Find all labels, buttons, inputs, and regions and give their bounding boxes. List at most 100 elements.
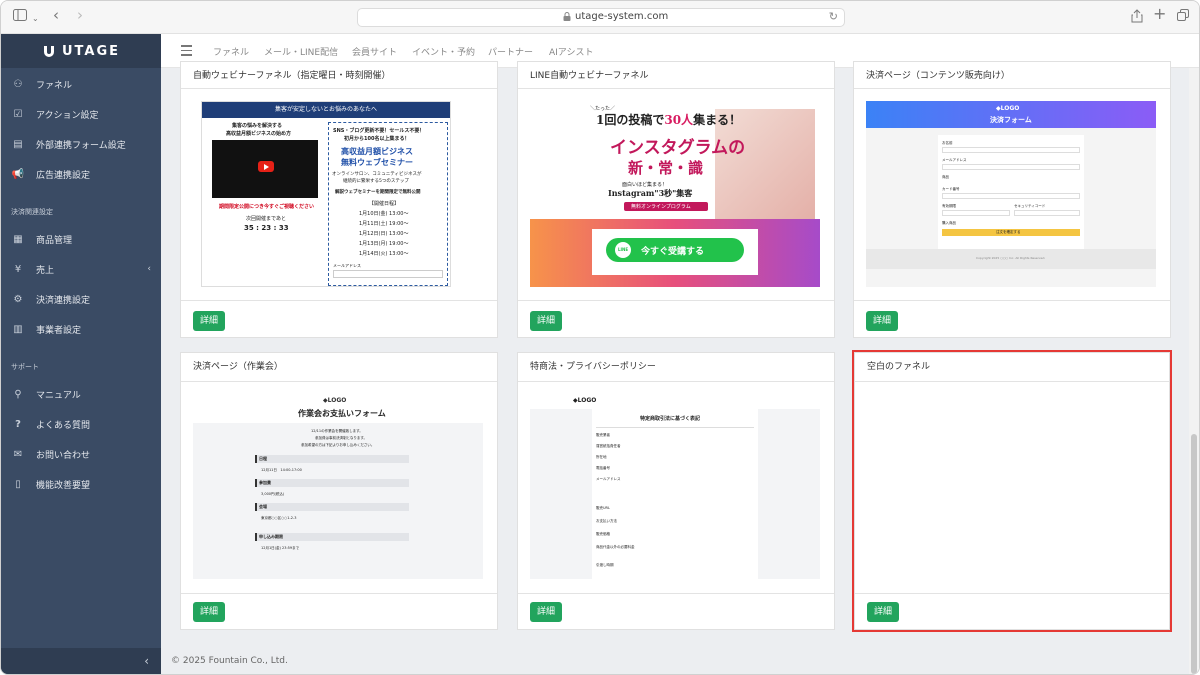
detail-button[interactable]: 詳細 — [530, 602, 562, 622]
sidebar-item-label: 商品管理 — [36, 235, 73, 246]
menu-icon[interactable] — [181, 45, 192, 56]
detail-button[interactable]: 詳細 — [193, 602, 225, 622]
sidebar-collapse-button[interactable]: ‹ — [1, 648, 161, 674]
product-icon: ▦ — [13, 233, 23, 245]
preview-text: オンラインサロン、コミュニティビジネスが — [332, 172, 422, 177]
sidebar-item-feedback[interactable]: ▯ 機能改善要望 — [1, 473, 161, 495]
utage-logo-icon — [43, 46, 54, 57]
sidebar-item-ads[interactable]: 📢 広告連携設定 — [1, 163, 161, 185]
preview-text: 初月から100名以上集まる！ — [344, 136, 410, 142]
funnel-template-card[interactable]: 決済ページ（作業会） ◆LOGO 作業会お支払いフォーム 12/11の作業会を開… — [180, 352, 498, 630]
preview-text: 東京都○○区○○1-2-3 — [261, 516, 297, 520]
preview-text: メールアドレス — [333, 263, 361, 268]
nav-partner[interactable]: パートナー — [488, 45, 533, 58]
reload-icon[interactable]: ↻ — [829, 10, 838, 23]
chevron-down-icon[interactable]: ⌄ — [32, 11, 39, 27]
form-icon: ▤ — [13, 138, 23, 150]
sidebar-item-label: 機能改善要望 — [36, 480, 91, 491]
preview-text: 【開催日程】 — [369, 201, 400, 207]
detail-button[interactable]: 詳細 — [193, 311, 225, 331]
sidebar-item-label: 決済連携設定 — [36, 295, 91, 306]
sidebar-item-external-form[interactable]: ▤ 外部連携フォーム設定 — [1, 133, 161, 155]
play-icon — [258, 161, 274, 172]
sidebar-section-payment: 決済関連設定 — [11, 208, 53, 216]
nav-member-site[interactable]: 会員サイト — [352, 45, 397, 58]
preview-text: 高収益月額ビジネス — [341, 147, 413, 156]
template-preview-webinar: 集客が安定しないとお悩みのあなたへ 集客の悩みを解決する 高収益月額ビジネスの始… — [201, 101, 451, 287]
preview-text: 今すぐ受講する — [641, 247, 705, 257]
new-tab-icon[interactable]: + — [1153, 6, 1166, 22]
preview-text: SNS・ブログ更新不要！セールス不要！ — [333, 128, 425, 134]
funnel-template-card[interactable]: LINE自動ウェビナーファネル ＼たった／ 1回の投稿で30人集まる！ インスタ… — [517, 61, 835, 338]
sidebar-item-label: ファネル — [36, 80, 73, 91]
preview-text: 12月1日(金) 23:59まで — [261, 546, 300, 550]
preview-text: カード番号 — [942, 187, 960, 191]
sidebar: UTAGE ⚇ ファネル ☑ アクション設定 ▤ 外部連携フォーム設定 📢 広告連携設定… — [1, 34, 161, 674]
detail-button[interactable]: 詳細 — [530, 311, 562, 331]
template-preview-line-webinar: ＼たった／ 1回の投稿で30人集まる！ インスタグラムの 新・常・識 面白いほど… — [530, 101, 820, 287]
preview-text: 期間限定公開につき今すぐご視聴ください — [219, 204, 315, 210]
funnel-template-card[interactable]: 特商法・プライバシーポリシー ◆LOGO 特定商取引法に基づく表記 販売業者 運… — [517, 352, 835, 630]
chevron-left-icon: ‹ — [144, 654, 149, 668]
line-icon: LINE — [615, 242, 631, 258]
share-icon[interactable] — [1131, 9, 1143, 28]
brand-logo[interactable]: UTAGE — [1, 34, 161, 68]
sidebar-toggle-icon[interactable] — [13, 9, 27, 26]
preview-text: 日程 — [259, 456, 267, 461]
preview-text: 商品代金以外の必要料金 — [596, 545, 635, 549]
preview-text: 特定商取引法に基づく表記 — [640, 416, 701, 422]
preview-text: 販売業者 — [596, 433, 610, 437]
address-bar[interactable]: utage-system.com ↻ — [357, 8, 845, 27]
sidebar-item-funnel[interactable]: ⚇ ファネル — [1, 73, 161, 95]
preview-text: 参加費 — [259, 480, 271, 485]
preview-text: 1月11日(土) 19:00〜 — [359, 221, 409, 227]
preview-text: 作業会お支払いフォーム — [298, 409, 386, 418]
funnel-template-card-blank[interactable]: 空白のファネル 詳細 — [852, 350, 1172, 632]
sidebar-item-manual[interactable]: ⚲ マニュアル — [1, 383, 161, 405]
video-player[interactable] — [212, 140, 318, 198]
preview-text: 電話番号 — [596, 466, 610, 470]
funnel-template-card[interactable]: 自動ウェビナーファネル（指定曜日・時刻開催） 集客が安定しないとお悩みのあなたへ… — [180, 61, 498, 338]
sidebar-item-faq[interactable]: ? よくある質問 — [1, 413, 161, 435]
nav-funnel[interactable]: ファネル — [213, 45, 249, 58]
sidebar-item-payment-integration[interactable]: ⚙ 決済連携設定 — [1, 288, 161, 310]
preview-text: メールアドレス — [596, 477, 621, 481]
preview-text: 購入商品 — [942, 221, 956, 225]
browser-window: ⌄ ‹ › utage-system.com ↻ + UTAGE ⚇ ファネル ☑… — [0, 0, 1200, 675]
preview-text: メールアドレス — [942, 158, 967, 162]
preview-text: 解説ウェブセミナーを期間限定で無料公開 — [335, 190, 421, 195]
preview-text: お名前 — [942, 141, 953, 145]
sidebar-item-contact[interactable]: ✉ お問い合わせ — [1, 443, 161, 465]
detail-button[interactable]: 詳細 — [867, 602, 899, 622]
tabs-overview-icon[interactable] — [1177, 9, 1189, 26]
detail-button[interactable]: 詳細 — [866, 311, 898, 331]
preview-text: 次回開催まであと — [246, 216, 286, 222]
nav-mail-line[interactable]: メール・LINE配信 — [264, 45, 338, 58]
scrollbar[interactable] — [1189, 68, 1199, 674]
question-icon: ? — [15, 418, 21, 430]
sidebar-item-action[interactable]: ☑ アクション設定 — [1, 103, 161, 125]
preview-text: 1月14日(火) 13:00〜 — [359, 251, 409, 257]
yen-icon: ¥ — [14, 263, 22, 275]
preview-text: 有効期限 — [942, 204, 956, 208]
building-icon: ▥ — [13, 323, 23, 335]
gear-icon: ⚙ — [13, 293, 23, 305]
countdown: 35 : 23 : 33 — [244, 224, 289, 232]
preview-text: お支払い方法 — [596, 519, 617, 523]
sidebar-item-business[interactable]: ▥ 事業者設定 — [1, 318, 161, 340]
card-title: 決済ページ（作業会） — [193, 362, 283, 372]
megaphone-icon: 📢 — [11, 168, 25, 180]
sidebar-item-label: 事業者設定 — [36, 325, 82, 336]
sidebar-item-sales[interactable]: ¥ 売上 ‹ — [1, 258, 161, 280]
nav-event[interactable]: イベント・予約 — [412, 45, 475, 58]
preview-text: インスタグラムの — [610, 138, 746, 158]
preview-text: Copyright 2025 ○○○ Inc. All Rights Reser… — [976, 256, 1046, 260]
sidebar-item-products[interactable]: ▦ 商品管理 — [1, 228, 161, 250]
funnel-template-card[interactable]: 決済ページ（コンテンツ販売向け） ◆LOGO 決済フォーム お名前 メールアドレ… — [853, 61, 1171, 338]
preview-text: 12月11日 14:00-17:00 — [261, 468, 302, 472]
forward-icon[interactable]: › — [77, 7, 83, 23]
preview-text: 販売URL — [596, 506, 610, 510]
nav-ai-assist[interactable]: AIアシスト — [549, 45, 593, 58]
card-title: 空白のファネル — [867, 362, 931, 372]
back-icon[interactable]: ‹ — [53, 7, 59, 23]
